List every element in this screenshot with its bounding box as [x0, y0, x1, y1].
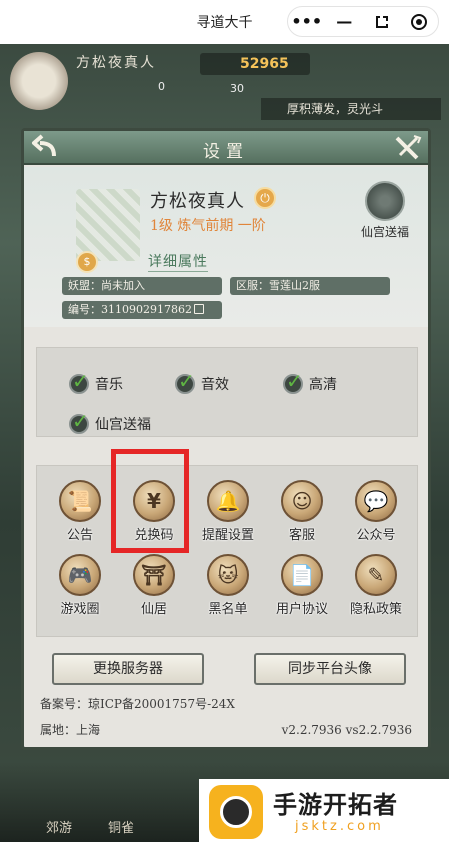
agreement-icon: 📄 — [281, 554, 323, 596]
background-player-name: 方松夜真人 — [76, 55, 156, 71]
grid-item-announcement[interactable]: 📜 公告 — [45, 480, 115, 552]
minimize-button[interactable]: — — [326, 7, 364, 36]
grid-label: 提醒设置 — [201, 528, 254, 543]
red-highlight-box — [111, 449, 189, 553]
avatar-badge-icon: $ — [76, 251, 98, 273]
blocked-cat-icon: 🐱 — [207, 554, 249, 596]
grid-label: 游戏圈 — [60, 602, 100, 617]
icp-record: 备案号：琼ICP备20001757号-24X — [40, 697, 235, 711]
promo-banner[interactable]: 手游开拓者 jsktz.com — [199, 779, 449, 842]
grid-label: 公告 — [66, 528, 93, 543]
grid-item-privacy-policy[interactable]: ✎ 隐私政策 — [341, 554, 411, 626]
server-info: 区服：雪莲山2服 — [230, 277, 390, 295]
grid-item-official-account[interactable]: 💬 公众号 — [341, 480, 411, 552]
pavilion-icon: ⛩ — [133, 554, 175, 596]
background-avatar — [10, 52, 68, 110]
feature-grid: 📜 公告 ¥ 兑换码 🔔 提醒设置 ☺ 客服 💬 公众号 🎮 游戏圈 ⛩ 仙居 … — [36, 465, 418, 637]
toggle-sound-effects[interactable]: ✓ 音效 — [175, 369, 229, 394]
background-bottom-left: 郊游 — [46, 821, 73, 836]
background-motto: 厚积薄发，灵光斗 — [261, 98, 441, 120]
player-rank: 1级 炼气前期 一阶 — [150, 218, 266, 234]
location-text: 属地：上海 — [40, 723, 101, 737]
background-stat-b: 30 — [230, 82, 244, 95]
toggle-seal-blessing[interactable]: ✓ 仙宫送福 — [69, 409, 151, 434]
profile-card: $ 方松夜真人 ⏻ 1级 炼气前期 一阶 仙宫送福 详细属性 妖盟：尚未加入 区… — [24, 167, 428, 327]
grid-label: 公众号 — [356, 528, 396, 543]
grid-item-reminder-settings[interactable]: 🔔 提醒设置 — [193, 480, 263, 552]
toggle-section: ✓ 音乐 ✓ 音效 ✓ 高清 ✓ 仙宫送福 — [36, 347, 418, 437]
background-stat-a: 0 — [158, 80, 165, 93]
alliance-info: 妖盟：尚未加入 — [62, 277, 222, 295]
seal-label: 仙宫送福 — [360, 225, 409, 239]
background-bottom-mid: 铜雀 — [108, 821, 135, 836]
checkbox-icon[interactable]: ✓ — [69, 369, 89, 394]
version-text: v2.2.7936 vs2.2.7936 — [281, 723, 412, 737]
privacy-icon: ✎ — [355, 554, 397, 596]
grid-item-game-circle[interactable]: 🎮 游戏圈 — [45, 554, 115, 626]
toggle-hd[interactable]: ✓ 高清 — [283, 369, 337, 394]
detail-attributes-link[interactable]: 详细属性 — [148, 251, 208, 272]
seal-icon — [365, 181, 405, 221]
player-name: 方松夜真人 — [150, 191, 245, 212]
grid-item-immortal-residence[interactable]: ⛩ 仙居 — [119, 554, 189, 626]
grid-item-blacklist[interactable]: 🐱 黑名单 — [193, 554, 263, 626]
panel-title: 设置 — [203, 142, 249, 162]
panel-header: 设置 — [24, 131, 428, 165]
grid-label: 客服 — [288, 528, 315, 543]
toggle-music[interactable]: ✓ 音乐 — [69, 369, 123, 394]
grid-label: 黑名单 — [208, 602, 248, 617]
promo-url: jsktz.com — [295, 819, 384, 834]
customer-service-icon: ☺ — [281, 480, 323, 522]
background-power: 52965 — [200, 53, 310, 75]
player-id: 编号：3110902917862 — [68, 303, 192, 316]
promo-title: 手游开拓者 — [273, 791, 398, 819]
grid-item-customer-service[interactable]: ☺ 客服 — [267, 480, 337, 552]
capsule-menu: ••• — — [287, 6, 439, 37]
copy-icon[interactable] — [193, 304, 204, 314]
player-id-pill: 编号：3110902917862 — [62, 301, 222, 319]
checkmark-icon: ✓ — [72, 369, 89, 393]
checkbox-icon[interactable]: ✓ — [175, 369, 195, 394]
mini-program-topbar: 寻道大千 ••• — — [0, 0, 449, 44]
grid-label: 隐私政策 — [349, 602, 402, 617]
toggle-label: 仙宫送福 — [95, 417, 151, 433]
change-server-button[interactable]: 更换服务器 — [52, 653, 204, 685]
float-window-icon[interactable] — [363, 7, 401, 36]
more-menu-button[interactable]: ••• — [288, 7, 326, 36]
wechat-icon: 💬 — [355, 480, 397, 522]
grid-item-user-agreement[interactable]: 📄 用户协议 — [267, 554, 337, 626]
settings-panel: 设置 $ 方松夜真人 ⏻ 1级 炼气前期 一阶 仙宫送福 详细属性 妖盟：尚未加… — [21, 128, 431, 750]
seal-badge[interactable]: 仙宫送福 — [356, 181, 414, 245]
close-mini-program-icon[interactable] — [401, 7, 439, 36]
promo-logo-icon — [209, 785, 263, 839]
grid-label: 仙居 — [140, 602, 167, 617]
reminder-bell-icon: 🔔 — [207, 480, 249, 522]
power-icon[interactable]: ⏻ — [254, 187, 276, 209]
toggle-label: 音效 — [201, 377, 229, 393]
toggle-label: 音乐 — [95, 377, 123, 393]
checkmark-icon: ✓ — [286, 369, 303, 393]
checkmark-icon: ✓ — [72, 409, 89, 433]
sync-avatar-button[interactable]: 同步平台头像 — [254, 653, 406, 685]
checkmark-icon: ✓ — [178, 369, 195, 393]
gamepad-icon: 🎮 — [59, 554, 101, 596]
checkbox-icon[interactable]: ✓ — [283, 369, 303, 394]
toggle-label: 高清 — [309, 377, 337, 393]
close-icon[interactable] — [392, 134, 422, 162]
checkbox-icon[interactable]: ✓ — [69, 409, 89, 434]
scroll-icon: 📜 — [59, 480, 101, 522]
grid-label: 用户协议 — [275, 602, 328, 617]
